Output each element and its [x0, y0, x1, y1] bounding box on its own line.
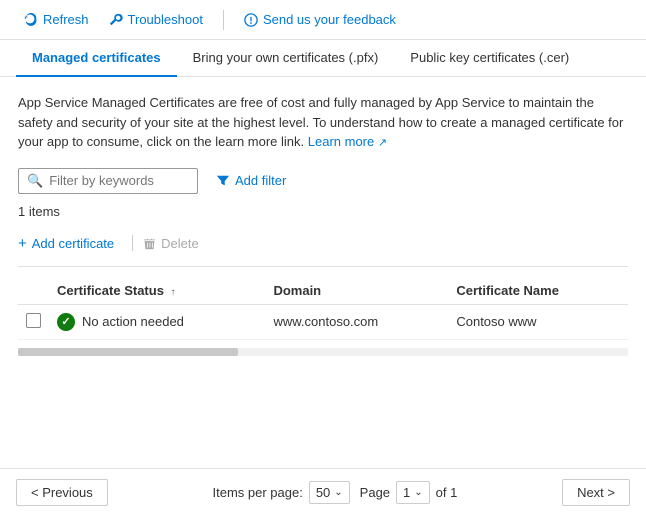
table-cell-checkbox — [18, 304, 49, 339]
tab-managed-certificates[interactable]: Managed certificates — [16, 40, 177, 77]
delete-icon — [143, 237, 156, 250]
footer-center: Items per page: 50 ⌄ Page 1 ⌄ of 1 — [120, 481, 550, 504]
refresh-button[interactable]: Refresh — [16, 8, 97, 31]
scrollbar-thumb[interactable] — [18, 348, 238, 356]
feedback-label: Send us your feedback — [263, 12, 396, 27]
table-header-status[interactable]: Certificate Status ↑ — [49, 277, 265, 305]
add-certificate-button[interactable]: + Add certificate — [18, 231, 122, 256]
table-cell-domain: www.contoso.com — [265, 304, 448, 339]
next-button[interactable]: Next > — [562, 479, 630, 506]
table-header-checkbox — [18, 277, 49, 305]
row-checkbox[interactable] — [26, 313, 41, 328]
table-row: No action needed www.contoso.com Contoso… — [18, 304, 628, 339]
certificates-table: Certificate Status ↑ Domain Certificate … — [18, 277, 628, 340]
sort-arrow-icon: ↑ — [171, 287, 176, 298]
items-per-page-select[interactable]: 50 ⌄ — [309, 481, 350, 504]
troubleshoot-label: Troubleshoot — [128, 12, 203, 27]
toolbar: Refresh Troubleshoot Send us your feedba… — [0, 0, 646, 40]
table-cell-certificate-name: Contoso www — [448, 304, 628, 339]
troubleshoot-button[interactable]: Troubleshoot — [101, 8, 211, 31]
footer: < Previous Items per page: 50 ⌄ Page 1 ⌄… — [0, 468, 646, 516]
item-count: 1 items — [18, 204, 628, 219]
page-select[interactable]: 1 ⌄ — [396, 481, 430, 504]
feedback-icon — [244, 13, 258, 27]
action-divider — [132, 235, 133, 251]
filter-keywords-input[interactable] — [49, 173, 189, 188]
main-content: App Service Managed Certificates are fre… — [0, 77, 646, 372]
table-header-certificate-name[interactable]: Certificate Name — [448, 277, 628, 305]
previous-button[interactable]: < Previous — [16, 479, 108, 506]
delete-button[interactable]: Delete — [143, 232, 207, 255]
table-header-domain[interactable]: Domain — [265, 277, 448, 305]
learn-more-link[interactable]: Learn more ↗ — [308, 134, 387, 149]
chevron-down-page-icon: ⌄ — [414, 487, 422, 498]
toolbar-divider — [223, 10, 224, 30]
chevron-down-icon: ⌄ — [334, 487, 342, 498]
plus-icon: + — [18, 235, 27, 252]
external-link-icon: ↗ — [378, 137, 387, 149]
filter-icon — [216, 174, 230, 188]
filter-row: 🔍 Add filter — [18, 168, 628, 194]
page-label: Page 1 ⌄ of 1 — [360, 481, 458, 504]
tab-bring-own-certificates[interactable]: Bring your own certificates (.pfx) — [177, 40, 395, 77]
feedback-button[interactable]: Send us your feedback — [236, 8, 404, 31]
status-success-icon — [57, 313, 75, 331]
wrench-icon — [109, 13, 123, 27]
refresh-label: Refresh — [43, 12, 89, 27]
horizontal-scrollbar[interactable] — [18, 348, 628, 356]
description-text: App Service Managed Certificates are fre… — [18, 93, 628, 152]
table-cell-status: No action needed — [49, 304, 265, 339]
items-per-page: Items per page: 50 ⌄ — [212, 481, 349, 504]
tab-public-key-certificates[interactable]: Public key certificates (.cer) — [394, 40, 585, 77]
status-cell: No action needed — [57, 313, 257, 331]
filter-input-container: 🔍 — [18, 168, 198, 194]
action-row: + Add certificate Delete — [18, 231, 628, 267]
add-filter-button[interactable]: Add filter — [208, 169, 294, 192]
search-icon: 🔍 — [27, 173, 43, 189]
refresh-icon — [24, 13, 38, 27]
tabs-bar: Managed certificates Bring your own cert… — [0, 40, 646, 77]
